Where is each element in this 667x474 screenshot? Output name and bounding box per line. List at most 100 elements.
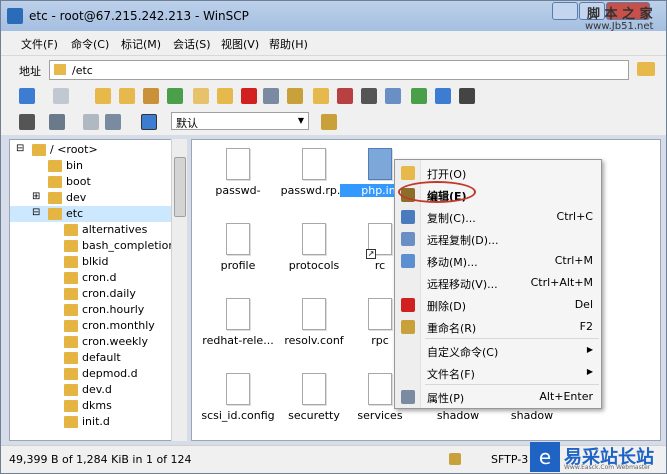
submenu-arrow-icon: ▶	[586, 345, 593, 354]
watermark-bottom: e 易采站长站 Www.Easck.Com Webmaster	[528, 440, 666, 474]
keep-uptodate-icon[interactable]	[435, 88, 451, 104]
back-arrow-icon[interactable]	[19, 88, 35, 104]
directory-tree[interactable]: ⊟ / <root> bin boot ⊞ dev ⊟ etc alternatives bash…	[9, 139, 187, 441]
open-toolbar-icon[interactable]	[217, 88, 233, 104]
context-menu-separator	[425, 338, 599, 339]
file-item[interactable]: redhat-rele...	[198, 298, 278, 368]
tree-item[interactable]: init.d	[10, 414, 172, 430]
permissions-icon[interactable]	[337, 88, 353, 104]
tree-item[interactable]: depmod.d	[10, 366, 172, 382]
view-icon[interactable]	[49, 114, 65, 130]
folder-icon	[64, 336, 78, 348]
winscp-window: etc - root@67.215.242.213 - WinSCP 脚 本 之…	[0, 0, 667, 474]
tree-item-label: dev	[66, 191, 87, 204]
menu-bar: 文件(F) 命令(C) 标记(M) 会话(S) 视图(V) 帮助(H)	[1, 31, 666, 55]
collapse-icon[interactable]: ⊟	[32, 207, 40, 218]
context-menu-item[interactable]: 远程移动(V)... Ctrl+Alt+M	[395, 272, 601, 294]
menu-mark[interactable]: 标记(M)	[121, 36, 161, 52]
context-menu-item[interactable]: 文件名(F) ▶	[395, 362, 601, 384]
context-menu-label: 属性(P)	[427, 392, 465, 405]
tree-item[interactable]: ⊞ dev	[10, 190, 172, 206]
queue-icon[interactable]	[105, 114, 121, 130]
tree-item[interactable]: cron.hourly	[10, 302, 172, 318]
file-item[interactable]: scsi_id.config	[198, 373, 278, 440]
tree-item[interactable]: dev.d	[10, 382, 172, 398]
context-menu-label: 重命名(R)	[427, 322, 477, 335]
forward-arrow-icon[interactable]	[53, 88, 69, 104]
root-folder-icon[interactable]	[119, 88, 135, 104]
tree-item[interactable]: alternatives	[10, 222, 172, 238]
context-menu-item[interactable]: 远程复制(D)...	[395, 228, 601, 250]
context-menu-separator	[425, 384, 599, 385]
refresh-icon[interactable]	[167, 88, 183, 104]
tree-item[interactable]: blkid	[10, 254, 172, 270]
open-directory-icon[interactable]	[637, 62, 655, 76]
tree-item[interactable]: cron.weekly	[10, 334, 172, 350]
tree-scroll-thumb[interactable]	[174, 157, 186, 217]
minimize-button[interactable]	[552, 2, 578, 20]
folder-icon	[48, 160, 62, 172]
tree-item[interactable]: ⊟ etc	[10, 206, 172, 222]
tree-item-label: init.d	[82, 415, 110, 428]
rename-icon	[401, 320, 415, 334]
shortcut-arrow-icon: ↗	[366, 249, 376, 259]
delete-toolbar-icon[interactable]	[241, 88, 257, 104]
collapse-icon[interactable]: ⊟	[16, 143, 24, 154]
menu-file[interactable]: 文件(F)	[21, 36, 58, 52]
context-menu-item[interactable]: 重命名(R) F2	[395, 316, 601, 338]
tree-item[interactable]: default	[10, 350, 172, 366]
folder-icon	[64, 224, 78, 236]
transfer-options-icon[interactable]	[321, 114, 337, 130]
find-files-icon[interactable]	[459, 88, 475, 104]
tree-item[interactable]: cron.d	[10, 270, 172, 286]
address-input[interactable]: /etc	[49, 60, 629, 80]
tree-toggle-icon[interactable]	[141, 114, 157, 130]
chevron-down-icon: ▼	[297, 116, 304, 125]
submenu-arrow-icon: ▶	[586, 367, 593, 376]
context-menu-label: 打开(O)	[427, 168, 467, 181]
settings-file-icon	[368, 148, 392, 180]
copy-toolbar-icon[interactable]	[83, 114, 99, 130]
context-menu-item[interactable]: 属性(P) Alt+Enter	[395, 386, 601, 408]
edit-toolbar-icon[interactable]	[193, 88, 209, 104]
tree-item[interactable]: cron.daily	[10, 286, 172, 302]
transfer-settings-combo[interactable]: 默认 ▼	[171, 112, 309, 130]
expand-icon[interactable]: ⊞	[32, 191, 40, 202]
folder-icon	[64, 272, 78, 284]
context-menu-item[interactable]: 移动(M)... Ctrl+M	[395, 250, 601, 272]
new-folder-icon[interactable]	[313, 88, 329, 104]
folder-icon	[64, 304, 78, 316]
compare-icon[interactable]	[411, 88, 427, 104]
file-item[interactable]: profile	[198, 223, 278, 293]
file-icon	[302, 298, 326, 330]
properties-toolbar-icon[interactable]	[263, 88, 279, 104]
home-icon[interactable]	[143, 88, 159, 104]
folder-icon	[64, 256, 78, 268]
context-menu-item[interactable]: 删除(D) Del	[395, 294, 601, 316]
tree-item[interactable]: bash_completion	[10, 238, 175, 254]
tree-item[interactable]: cron.monthly	[10, 318, 172, 334]
tree-item[interactable]: ⊟ / <root>	[10, 142, 172, 158]
menu-command[interactable]: 命令(C)	[71, 36, 109, 52]
context-menu-item[interactable]: 复制(C)... Ctrl+C	[395, 206, 601, 228]
address-label: 地址	[19, 65, 41, 78]
sync-icon[interactable]	[385, 88, 401, 104]
winscp-app-icon	[7, 8, 23, 24]
rename-toolbar-icon[interactable]	[287, 88, 303, 104]
menu-view[interactable]: 视图(V)	[221, 36, 259, 52]
terminal-icon[interactable]	[361, 88, 377, 104]
file-item[interactable]: passwd-	[198, 148, 278, 218]
remote-copy-icon	[401, 232, 415, 246]
preferences-gear-icon[interactable]	[19, 114, 35, 130]
status-protocol: SFTP-3	[491, 453, 529, 466]
file-item-label: services	[357, 409, 403, 422]
address-path: /etc	[72, 64, 93, 77]
parent-folder-icon[interactable]	[95, 88, 111, 104]
menu-session[interactable]: 会话(S)	[173, 36, 211, 52]
tree-item[interactable]: bin	[10, 158, 172, 174]
menu-help[interactable]: 帮助(H)	[269, 36, 308, 52]
tree-scrollbar[interactable]	[171, 139, 187, 441]
context-menu-item[interactable]: 自定义命令(C) ▶	[395, 340, 601, 362]
tree-item[interactable]: dkms	[10, 398, 172, 414]
tree-item[interactable]: boot	[10, 174, 172, 190]
